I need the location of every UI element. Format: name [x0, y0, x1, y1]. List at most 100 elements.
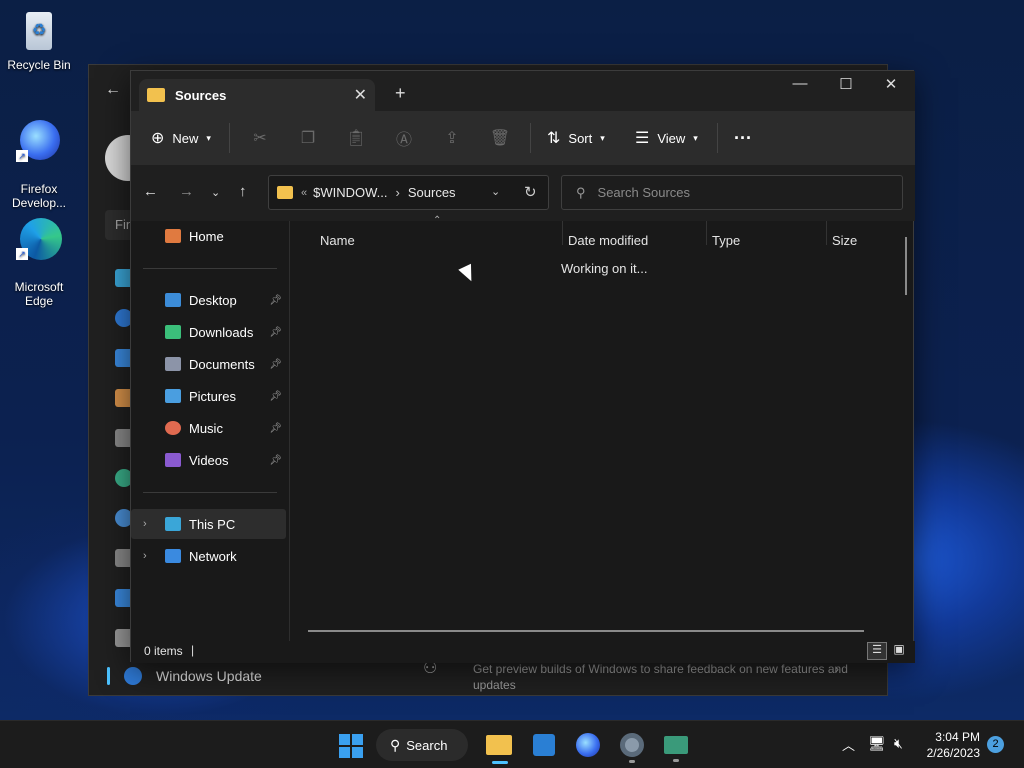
- address-bar[interactable]: « $WINDOW... › Sources ⌄ ↻: [268, 175, 549, 210]
- app-icon: [664, 736, 688, 754]
- pictures-icon: [165, 389, 181, 403]
- desktop-icon-recycle-bin[interactable]: ♻ Recycle Bin: [4, 8, 74, 72]
- view-icon: ☰: [635, 130, 650, 147]
- view-button[interactable]: ☰ View ▾: [635, 128, 711, 148]
- nav-item-home[interactable]: Home: [131, 221, 286, 251]
- nav-item-label: This PC: [189, 516, 236, 532]
- running-indicator: [629, 760, 635, 763]
- folder-icon: [277, 186, 293, 199]
- column-divider[interactable]: [706, 221, 707, 245]
- nav-item-downloads[interactable]: Downloads 📌︎: [131, 317, 286, 347]
- taskbar-microsoft-store[interactable]: [530, 731, 558, 759]
- expand-chevron-icon[interactable]: ›: [143, 518, 147, 530]
- large-icons-view-icon[interactable]: ▣: [890, 642, 908, 660]
- chevron-right-icon: ›: [835, 662, 839, 676]
- pin-icon[interactable]: 📌︎: [269, 327, 282, 338]
- firefox-developer-icon: [576, 733, 600, 757]
- taskbar-firefox-developer[interactable]: [574, 731, 602, 759]
- volume-muted-icon[interactable]: 🔇︎: [894, 735, 903, 752]
- pin-icon[interactable]: 📌︎: [269, 423, 282, 434]
- more-options-icon[interactable]: ···: [734, 128, 752, 149]
- new-button[interactable]: ⊕ New ▾: [151, 128, 223, 148]
- tab-sources[interactable]: Sources ✕: [139, 79, 375, 111]
- taskbar-file-explorer[interactable]: [486, 731, 514, 764]
- pin-icon[interactable]: 📌︎: [269, 455, 282, 466]
- taskbar: ⚲ Search ︿ 🖥︎ 🔇︎ 3:04 PM 2/26/2023 2: [0, 720, 1024, 768]
- column-header-date-modified[interactable]: Date modified: [568, 233, 648, 248]
- forward-icon[interactable]: →: [179, 183, 194, 200]
- minimize-button[interactable]: —: [785, 75, 815, 92]
- windows-logo-icon: [339, 734, 363, 758]
- recent-locations-icon[interactable]: ⌄: [211, 186, 220, 199]
- maximize-button[interactable]: ☐: [831, 75, 861, 93]
- navigation-pane: Home Desktop 📌︎ Downloads 📌︎ Documents 📌…: [131, 221, 289, 641]
- breadcrumb-segment[interactable]: $WINDOW...: [313, 185, 387, 200]
- documents-icon: [165, 357, 181, 371]
- paste-icon[interactable]: 📋︎: [332, 128, 380, 148]
- delete-icon[interactable]: 🗑︎: [476, 128, 524, 148]
- taskbar-search-button[interactable]: ⚲ Search: [376, 729, 468, 761]
- sidebar-item-label: Windows Update: [156, 668, 262, 684]
- nav-item-network[interactable]: › Network: [131, 541, 286, 571]
- back-icon[interactable]: ←: [143, 183, 158, 200]
- column-header-name[interactable]: Name: [320, 233, 355, 248]
- nav-item-pictures[interactable]: Pictures 📌︎: [131, 381, 286, 411]
- item-count: 0 items: [144, 644, 183, 658]
- taskbar-app[interactable]: [662, 731, 690, 762]
- cut-icon[interactable]: ✂: [236, 128, 284, 148]
- new-button-label: New: [172, 130, 199, 146]
- rename-icon[interactable]: Ⓐ: [380, 126, 428, 150]
- pin-icon[interactable]: 📌︎: [269, 359, 282, 370]
- start-button[interactable]: [336, 731, 364, 759]
- column-divider[interactable]: [826, 221, 827, 245]
- sort-button-label: Sort: [568, 130, 593, 146]
- expand-chevron-icon[interactable]: ›: [143, 550, 147, 562]
- clock[interactable]: 3:04 PM 2/26/2023: [918, 729, 980, 761]
- breadcrumb-separator-icon: ›: [395, 185, 400, 200]
- desktop-icon-firefox-developer[interactable]: ↗ Firefox Develop...: [4, 104, 74, 210]
- search-icon: ⚲: [576, 184, 586, 200]
- pane-divider[interactable]: [289, 221, 290, 641]
- nav-item-music[interactable]: Music 📌︎: [131, 413, 286, 443]
- column-header-size[interactable]: Size: [832, 233, 857, 248]
- show-hidden-icons-chevron-icon[interactable]: ︿: [842, 735, 855, 754]
- column-header-type[interactable]: Type: [712, 233, 740, 248]
- nav-item-videos[interactable]: Videos 📌︎: [131, 445, 286, 475]
- nav-item-label: Home: [189, 228, 224, 244]
- search-input[interactable]: ⚲ Search Sources: [561, 175, 903, 210]
- pin-icon[interactable]: 📌︎: [269, 295, 282, 306]
- close-window-button[interactable]: ✕: [876, 75, 906, 93]
- sort-icon: ⇅: [547, 130, 561, 147]
- sort-button[interactable]: ⇅ Sort ▾: [547, 128, 627, 148]
- sidebar-item-windows-update[interactable]: Windows Update: [107, 667, 262, 685]
- breadcrumb-segment[interactable]: Sources: [408, 185, 456, 200]
- nav-item-documents[interactable]: Documents 📌︎: [131, 349, 286, 379]
- taskbar-settings[interactable]: [618, 731, 646, 763]
- toolbar-divider: [530, 123, 531, 153]
- vertical-scrollbar[interactable]: [905, 237, 907, 295]
- command-bar: ⊕ New ▾ ✂ ❐ 📋︎ Ⓐ ⇪ 🗑︎ ⇅ Sort ▾ ☰ View ▾ …: [131, 111, 915, 165]
- insider-program-card[interactable]: ⚇ Get preview builds of Windows to share…: [423, 661, 869, 693]
- view-button-label: View: [657, 130, 686, 146]
- pin-icon[interactable]: 📌︎: [269, 391, 282, 402]
- nav-item-label: Music: [189, 420, 223, 436]
- nav-item-this-pc[interactable]: › This PC: [131, 509, 286, 539]
- up-icon[interactable]: ↑: [239, 183, 247, 200]
- address-dropdown-icon[interactable]: ⌄: [491, 185, 500, 198]
- refresh-icon[interactable]: ↻: [524, 183, 537, 201]
- horizontal-scrollbar[interactable]: [308, 630, 864, 632]
- nav-item-desktop[interactable]: Desktop 📌︎: [131, 285, 286, 315]
- text-caret: |: [191, 643, 195, 657]
- desktop-icon-edge[interactable]: ↗ Microsoft Edge: [4, 202, 74, 308]
- notification-badge[interactable]: 2: [987, 736, 1004, 753]
- running-indicator: [673, 759, 679, 762]
- network-status-icon[interactable]: 🖥︎: [868, 735, 886, 752]
- column-divider[interactable]: [562, 221, 563, 245]
- copy-icon[interactable]: ❐: [284, 128, 332, 148]
- details-view-icon[interactable]: ☰: [867, 642, 887, 660]
- new-tab-button[interactable]: +: [395, 83, 406, 104]
- recycle-bin-icon: ♻: [16, 8, 62, 54]
- share-icon[interactable]: ⇪: [428, 128, 476, 148]
- close-tab-icon[interactable]: ✕: [354, 85, 367, 105]
- back-arrow-icon[interactable]: ←: [105, 81, 121, 99]
